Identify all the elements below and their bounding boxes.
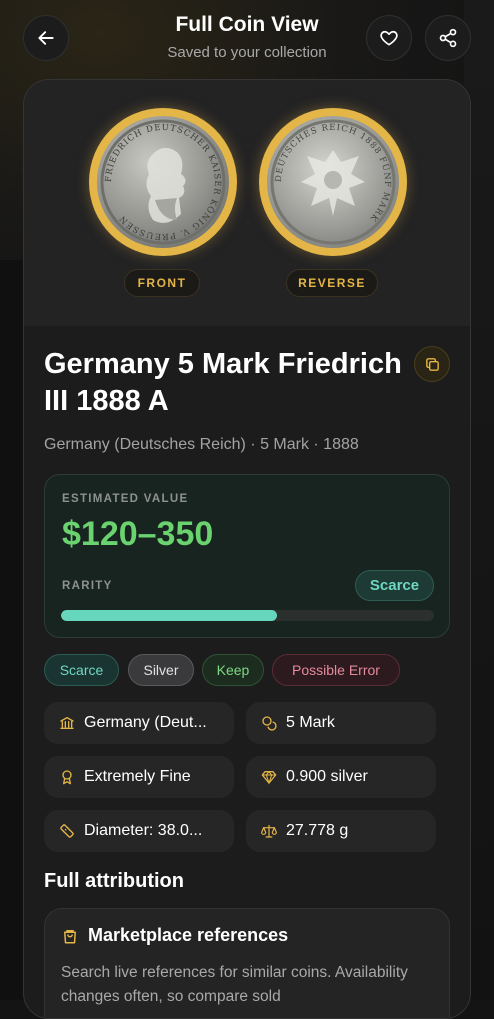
coin-reverse-art: DEUTSCHES REICH 1888 FÜNF MARK	[270, 119, 396, 245]
coin-images-panel: FRIEDRICH DEUTSCHER KAISER KÖNIG V. PREU…	[24, 80, 470, 326]
copy-icon	[425, 357, 439, 371]
detail-grade-text: Extremely Fine	[84, 768, 191, 785]
estimated-value-label: ESTIMATED VALUE	[62, 493, 189, 505]
marketplace-description: Search live references for similar coins…	[61, 964, 408, 1005]
scale-icon	[261, 823, 277, 839]
estimated-value-panel: ESTIMATED VALUE $120–350 RARITY Scarce	[44, 474, 450, 638]
page-subtitle: Saved to your collection	[167, 44, 327, 61]
front-label[interactable]: FRONT	[124, 269, 200, 297]
detail-weight[interactable]: 27.778 g	[246, 810, 436, 852]
coin-front-image[interactable]: FRIEDRICH DEUTSCHER KAISER KÖNIG V. PREU…	[89, 108, 237, 256]
detail-diameter[interactable]: Diameter: 38.0...	[44, 810, 234, 852]
rarity-bar-fill	[61, 610, 278, 621]
ruler-icon	[59, 823, 75, 839]
coin-subtitle: Germany (Deutsches Reich) · 5 Mark · 188…	[44, 436, 359, 453]
attribution-heading: Full attribution	[44, 870, 184, 892]
shopping-bag-icon	[61, 927, 79, 950]
copy-button[interactable]	[414, 346, 450, 382]
estimated-value: $120–350	[62, 515, 214, 553]
tag-possible-error[interactable]: Possible Error	[272, 654, 400, 686]
detail-denomination[interactable]: 5 Mark	[246, 702, 436, 744]
detail-weight-text: 27.778 g	[286, 822, 349, 839]
marketplace-title: Marketplace references	[88, 925, 289, 945]
share-button[interactable]	[425, 15, 471, 61]
detail-denomination-text: 5 Mark	[286, 714, 335, 731]
heart-icon	[380, 30, 398, 46]
rarity-bar	[61, 610, 434, 621]
reverse-label[interactable]: REVERSE	[286, 269, 378, 297]
tag-keep[interactable]: Keep	[202, 654, 264, 686]
coin-front-art: FRIEDRICH DEUTSCHER KAISER KÖNIG V. PREU…	[100, 119, 226, 245]
detail-composition-text: 0.900 silver	[286, 768, 368, 785]
tag-scarce[interactable]: Scarce	[44, 654, 119, 686]
award-icon	[59, 769, 75, 785]
detail-grade[interactable]: Extremely Fine	[44, 756, 234, 798]
favorite-button[interactable]	[366, 15, 412, 61]
detail-diameter-text: Diameter: 38.0...	[84, 822, 203, 839]
marketplace-references-card[interactable]: Marketplace references Search live refer…	[44, 908, 450, 1018]
tag-silver[interactable]: Silver	[128, 654, 194, 686]
detail-composition[interactable]: 0.900 silver	[246, 756, 436, 798]
coin-title: Germany 5 Mark Friedrich III 1888 A	[44, 348, 402, 417]
bank-icon	[59, 715, 75, 731]
page-title: Full Coin View	[175, 13, 319, 36]
coins-icon	[261, 715, 277, 731]
detail-country-text: Germany (Deut...	[84, 714, 207, 731]
detail-country[interactable]: Germany (Deut...	[44, 702, 234, 744]
coin-detail-card: FRIEDRICH DEUTSCHER KAISER KÖNIG V. PREU…	[23, 79, 471, 1019]
coin-reverse-image[interactable]: DEUTSCHES REICH 1888 FÜNF MARK	[259, 108, 407, 256]
rarity-label: RARITY	[62, 580, 113, 592]
share-icon	[439, 28, 457, 48]
diamond-icon	[261, 769, 277, 785]
rarity-badge: Scarce	[355, 570, 434, 601]
